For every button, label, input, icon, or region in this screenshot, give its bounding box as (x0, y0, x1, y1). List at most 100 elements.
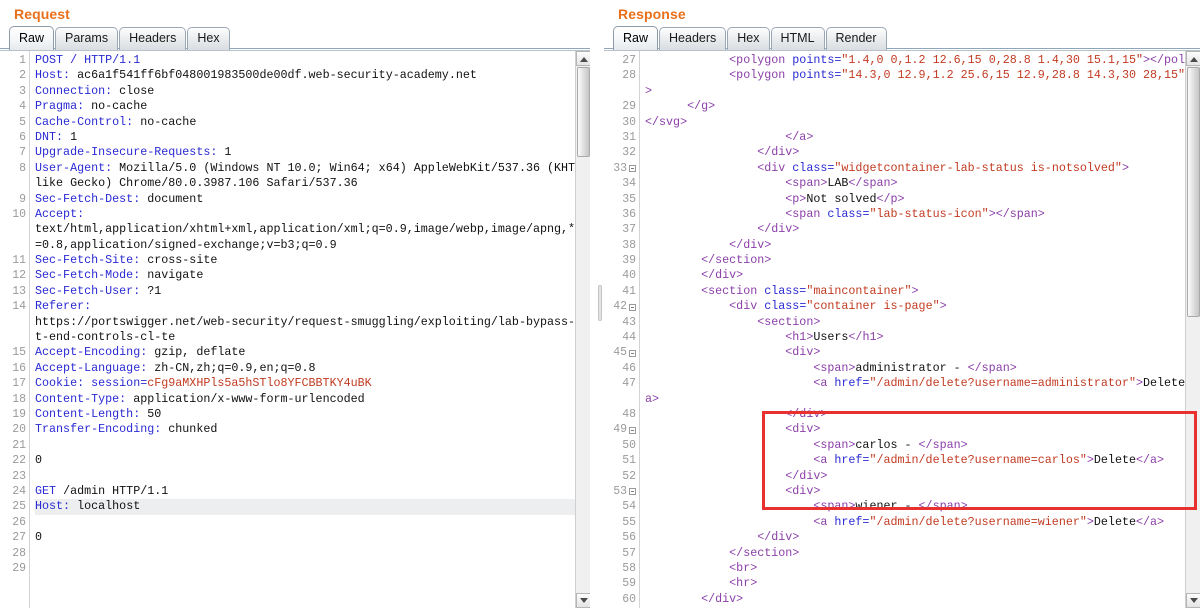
code-token: Connection: (35, 83, 120, 98)
response-tab-hex[interactable]: Hex (727, 27, 770, 50)
code-token: like Gecko) Chrome/80.0.3987.106 Safari/… (35, 176, 358, 191)
code-token: ac6a1f541ff6bf048001983500de00df.web-sec… (77, 68, 477, 83)
request-vertical-scrollbar[interactable] (575, 51, 590, 608)
line-number: 28 (12, 546, 26, 560)
scrollbar-thumb[interactable] (1187, 67, 1200, 317)
line-number: 50 (622, 438, 636, 452)
code-token: ></span> (988, 206, 1045, 221)
line-number: 10 (12, 207, 26, 221)
code-token: a> (645, 391, 660, 406)
code-line: </div> (645, 222, 1200, 237)
response-tab-render[interactable]: Render (825, 27, 887, 50)
code-line: <div> (645, 484, 1200, 499)
code-token: Mozilla/5.0 (Windows NT 10.0; Win64; x64… (119, 160, 590, 175)
fold-collapse-icon[interactable] (629, 426, 636, 434)
code-token: </div> (701, 268, 744, 283)
line-number: 39 (622, 254, 636, 268)
scroll-up-arrow-icon[interactable] (1186, 51, 1200, 66)
request-panel-title: Request (14, 6, 70, 22)
response-editor[interactable]: 27 28 29 30 31 32 33 34 35 36 37 38 39 40 41 42 43 44 45 46… (604, 50, 1200, 608)
code-line: <div class="container is-page"> (645, 299, 1200, 314)
code-line: <p>Not solved</p> (645, 192, 1200, 207)
code-token: <span (785, 206, 828, 221)
line-number: 38 (622, 238, 636, 252)
code-line: </svg> (645, 115, 1200, 130)
code-token: Sec-Fetch-User: (35, 283, 148, 298)
code-line: Host: localhost (35, 499, 590, 515)
code-token: Cache-Control: (35, 114, 141, 129)
code-token: <div (729, 299, 765, 314)
code-line: <a href="/admin/delete?username=administ… (645, 376, 1200, 391)
code-token: </div> (757, 530, 800, 545)
request-tab-headers[interactable]: Headers (119, 27, 187, 50)
code-token: Sec-Fetch-Dest: (35, 191, 148, 206)
scroll-up-arrow-icon[interactable] (576, 51, 590, 66)
request-tab-raw[interactable]: Raw (9, 26, 55, 50)
code-token: 0 (35, 530, 43, 545)
fold-collapse-icon[interactable] (629, 303, 636, 311)
code-token: href= (834, 514, 870, 529)
fold-collapse-icon[interactable] (629, 349, 636, 357)
request-code-area[interactable]: POST / HTTP/1.1 Host: ac6a1f541ff6bf04800… (30, 51, 590, 608)
response-tab-headers[interactable]: Headers (659, 27, 727, 50)
fold-collapse-icon[interactable] (629, 488, 636, 496)
line-number: 11 (12, 254, 26, 268)
code-line: 0 (35, 530, 590, 545)
request-tabstrip: Raw Params Headers Hex (0, 25, 590, 50)
code-token: </a> (1136, 514, 1165, 529)
code-token: <polygon (729, 53, 793, 67)
line-number: 42 (604, 299, 639, 314)
code-token: <section> (757, 314, 821, 329)
line-number: 43 (622, 315, 636, 329)
response-tab-raw[interactable]: Raw (613, 26, 659, 50)
line-number (604, 392, 639, 407)
request-tab-params[interactable]: Params (55, 27, 119, 50)
code-token: application/x-www-form-urlencoded (133, 391, 365, 406)
line-number: 17 (12, 377, 26, 391)
scrollbar-thumb[interactable] (577, 67, 590, 157)
code-line: <span class="lab-status-icon"></span> (645, 207, 1200, 222)
splitter-grip[interactable] (598, 285, 602, 321)
response-vertical-scrollbar[interactable] (1185, 51, 1200, 608)
scroll-down-arrow-icon[interactable] (1186, 593, 1200, 608)
request-editor[interactable]: 1 2 3 4 5 6 7 8 9 10 11 12 13 14 15 16 17 18 19 20 21 22 23 24 2… (0, 50, 590, 608)
scroll-down-arrow-icon[interactable] (576, 593, 590, 608)
panel-splitter[interactable] (597, 0, 603, 608)
code-token: wiener - (855, 499, 919, 514)
code-token: <p> (785, 191, 807, 206)
code-token: Referer: (35, 299, 92, 314)
code-token: Pragma: (35, 99, 92, 114)
code-token: points= (792, 68, 842, 83)
code-token: Upgrade-Insecure-Requests: (35, 145, 225, 160)
code-token: Cookie: (35, 376, 92, 391)
code-line: <span>LAB</span> (645, 176, 1200, 191)
code-token: <br> (729, 560, 758, 575)
line-number: 54 (622, 500, 636, 514)
code-token: </section> (729, 545, 800, 560)
code-token: </a> (1136, 453, 1165, 468)
request-panel: Request Raw Params Headers Hex 1 2 3 4 5 6 7 8 9 10 1… (0, 0, 590, 608)
code-token: ?1 (147, 283, 162, 298)
fold-collapse-icon[interactable] (629, 165, 636, 173)
code-token: <section (701, 283, 765, 298)
code-token: </span> (848, 176, 898, 191)
line-number: 31 (622, 130, 636, 144)
request-tab-hex[interactable]: Hex (187, 27, 230, 50)
code-token: DNT: (35, 129, 71, 144)
response-code-area[interactable]: <polygon points="1.4,0 0,1.2 12.6,15 0,2… (640, 51, 1200, 608)
line-number: 14 (12, 300, 26, 314)
code-token: </div> (729, 237, 772, 252)
response-tab-html[interactable]: HTML (770, 27, 825, 50)
code-token: </section> (701, 253, 772, 268)
